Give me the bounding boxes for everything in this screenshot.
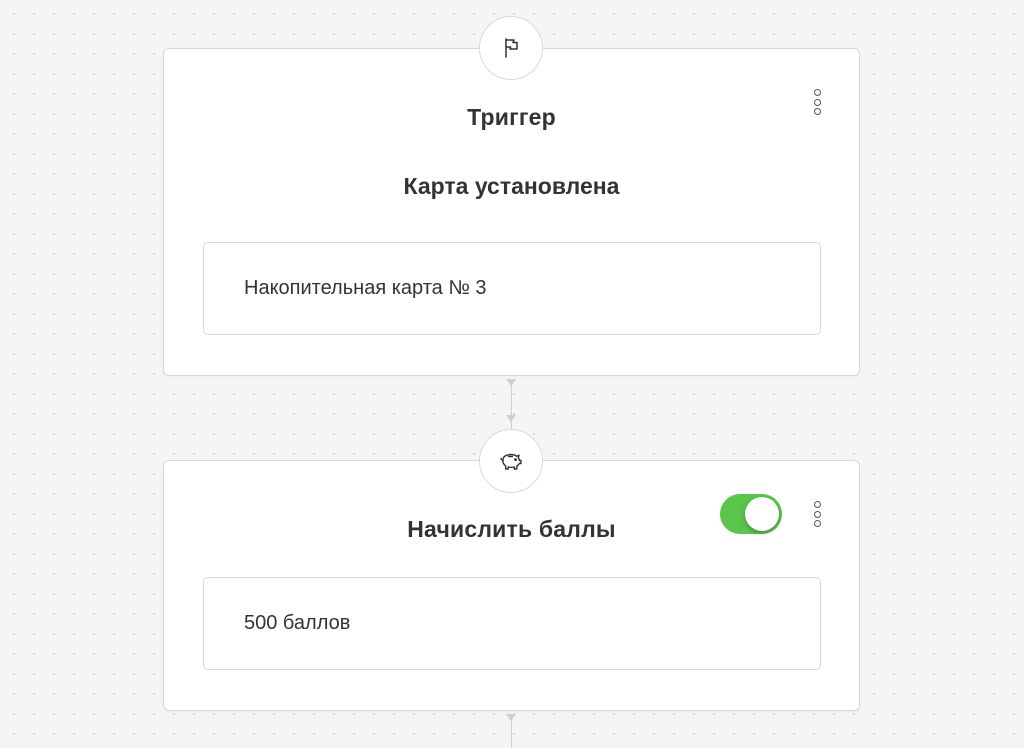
connector-line-out bbox=[511, 715, 512, 748]
piggy-bank-icon bbox=[500, 453, 522, 470]
kebab-dot bbox=[813, 520, 821, 527]
workflow-canvas: Триггер Карта установлена Накопительная … bbox=[0, 0, 1024, 748]
points-node-card[interactable]: Начислить баллы 500 баллов bbox=[163, 460, 860, 711]
trigger-node-event: Карта установлена bbox=[403, 173, 620, 199]
trigger-node-card[interactable]: Триггер Карта установлена Накопительная … bbox=[163, 48, 860, 376]
points-amount-field[interactable]: 500 баллов bbox=[203, 577, 821, 670]
kebab-dot bbox=[813, 89, 821, 96]
trigger-node-title: Триггер bbox=[467, 104, 556, 130]
trigger-node-icon-badge bbox=[479, 16, 543, 80]
kebab-dot bbox=[813, 501, 821, 508]
points-node-menu-icon[interactable] bbox=[810, 499, 824, 529]
trigger-node-menu-icon[interactable] bbox=[810, 87, 824, 117]
points-node-enabled-toggle[interactable] bbox=[720, 494, 782, 534]
kebab-dot bbox=[813, 510, 821, 518]
connector-arrow-bottom bbox=[506, 415, 516, 422]
kebab-dot bbox=[813, 108, 821, 115]
toggle-knob bbox=[745, 497, 779, 531]
trigger-card-select-field[interactable]: Накопительная карта № 3 bbox=[203, 242, 821, 335]
points-node-icon-badge bbox=[479, 429, 543, 493]
flag-icon bbox=[505, 38, 518, 58]
kebab-dot bbox=[813, 98, 821, 106]
